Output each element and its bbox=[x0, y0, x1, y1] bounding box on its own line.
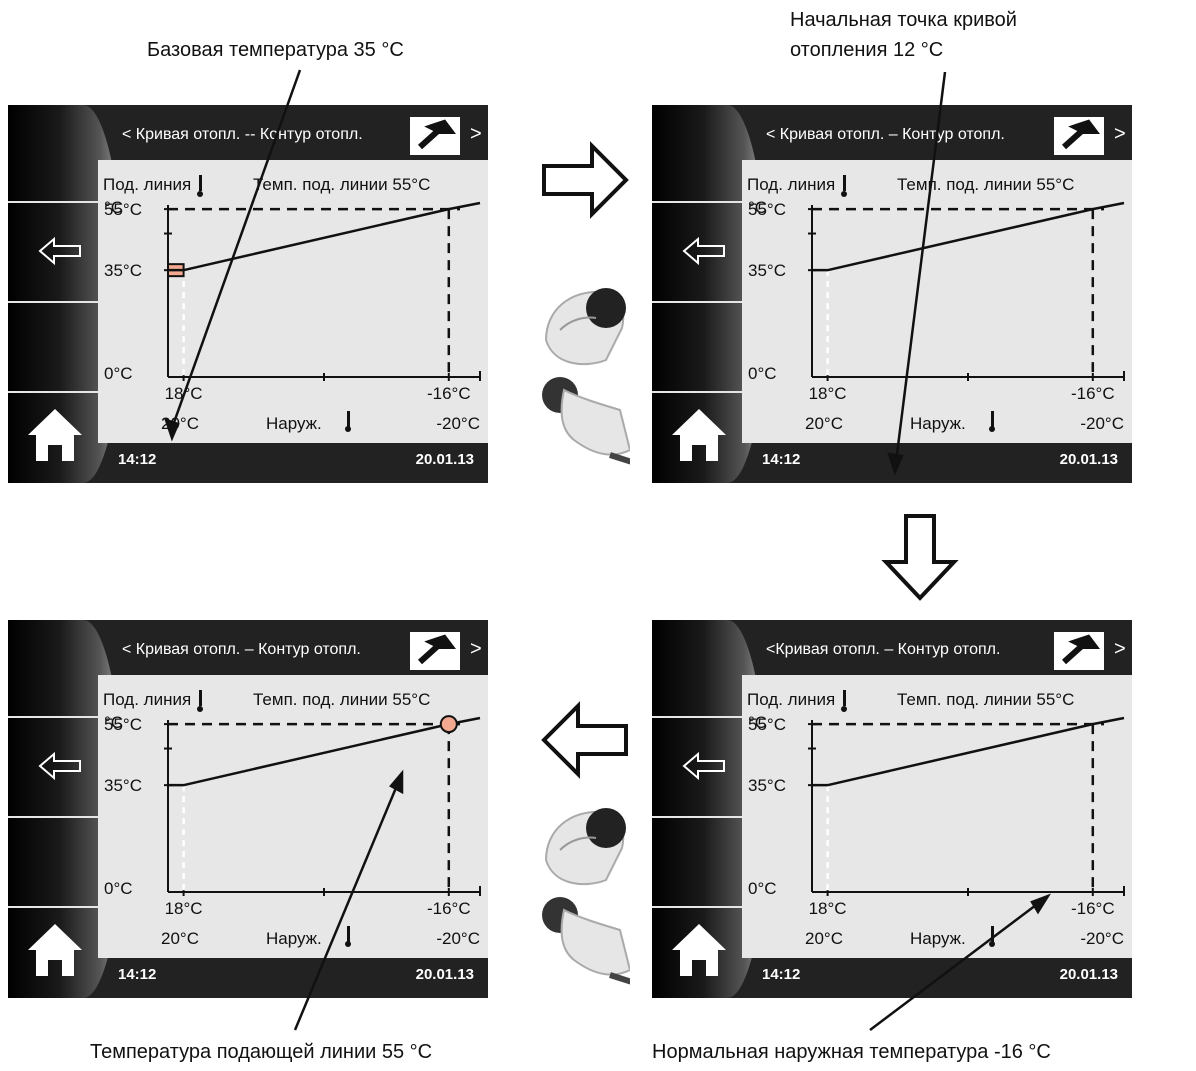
pointer-arrowhead bbox=[1030, 893, 1052, 915]
pointer-arrowhead bbox=[887, 452, 904, 476]
pointer-overlay bbox=[164, 69, 1052, 1031]
pointer-arrowhead bbox=[164, 418, 180, 442]
pointer-line-base bbox=[170, 69, 302, 429]
pointer-line-normal bbox=[869, 901, 1041, 1031]
pointer-line-flow bbox=[293, 782, 400, 1031]
pointer-arrowhead bbox=[389, 769, 404, 795]
pointer-line-start bbox=[894, 71, 947, 463]
